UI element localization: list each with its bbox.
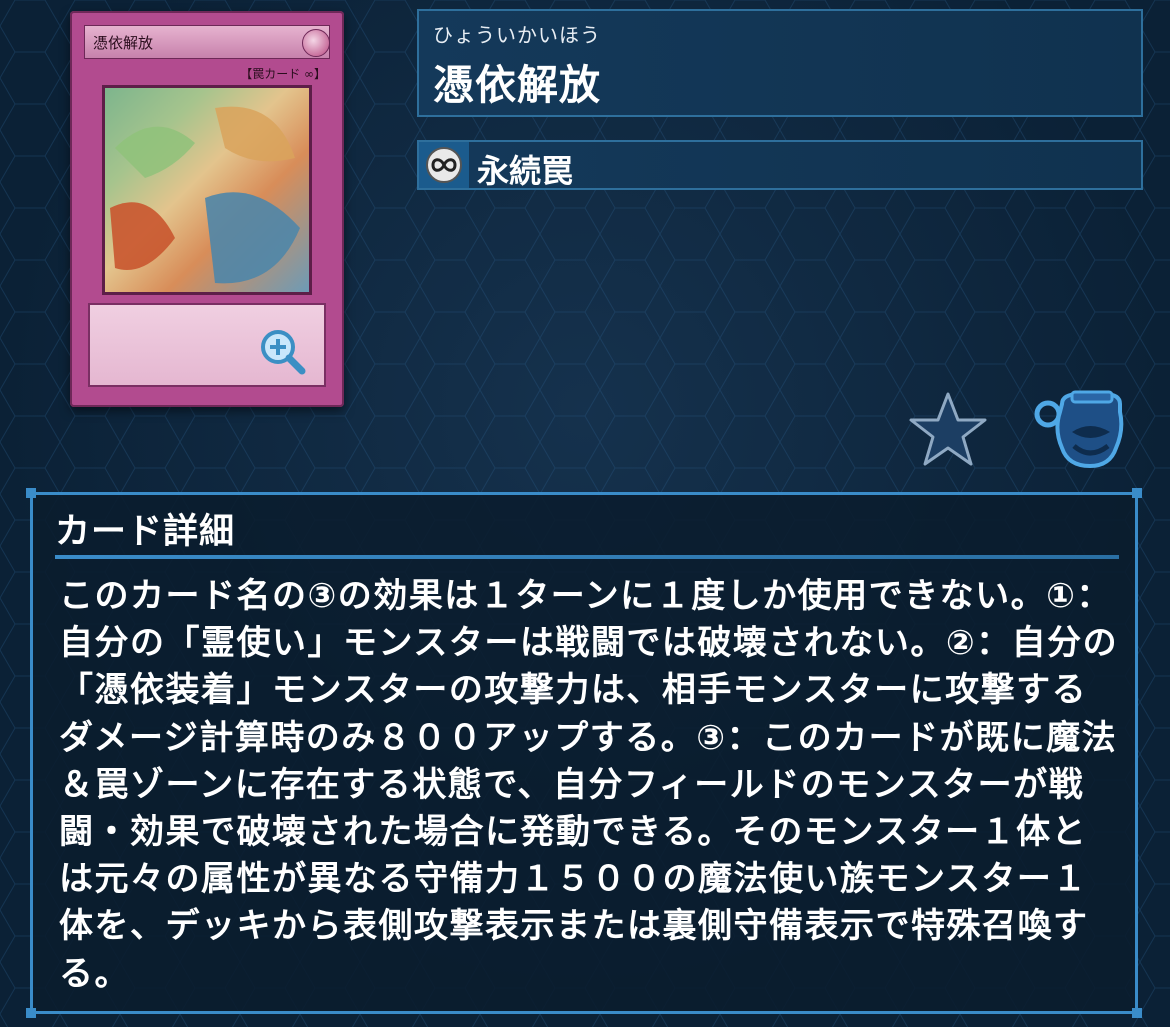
zoom-in-button[interactable]	[258, 327, 306, 375]
details-heading: カード詳細	[55, 512, 236, 552]
zoom-in-icon	[261, 330, 306, 375]
card-effect-text: このカード名の③の効果は１ターンに１度しか使用できない。①：自分の「霊使い」モン…	[59, 576, 1119, 994]
card-type-panel: 永続罠	[417, 140, 1143, 190]
panel-corner	[1132, 1008, 1142, 1018]
pot-of-greed-icon	[1034, 390, 1124, 469]
favorite-button[interactable]	[908, 390, 988, 468]
type-icon-box	[419, 142, 469, 188]
star-icon	[909, 392, 987, 466]
card-art-name: 憑依解放	[84, 25, 330, 59]
card-illustration	[102, 85, 312, 295]
card-art-type-line: 【罠カード ∞】	[240, 67, 326, 81]
card-name: 憑依解放	[433, 61, 601, 109]
panel-corner	[26, 1008, 36, 1018]
card-details-panel: カード詳細 このカード名の③の効果は１ターンに１度しか使用できない。①：自分の「…	[26, 488, 1142, 1018]
collection-button[interactable]	[1032, 390, 1126, 470]
card-name-panel: ひょういかいほう 憑依解放	[417, 9, 1143, 117]
heading-divider	[55, 555, 1119, 559]
panel-corner	[26, 488, 36, 498]
card-name-reading: ひょういかいほう	[433, 23, 601, 47]
card-type-label: 永続罠	[477, 152, 574, 190]
infinity-icon	[426, 147, 462, 183]
trap-attribute-icon	[302, 29, 330, 57]
panel-corner	[1132, 488, 1142, 498]
card-image[interactable]: 憑依解放 【罠カード ∞】	[70, 11, 344, 407]
